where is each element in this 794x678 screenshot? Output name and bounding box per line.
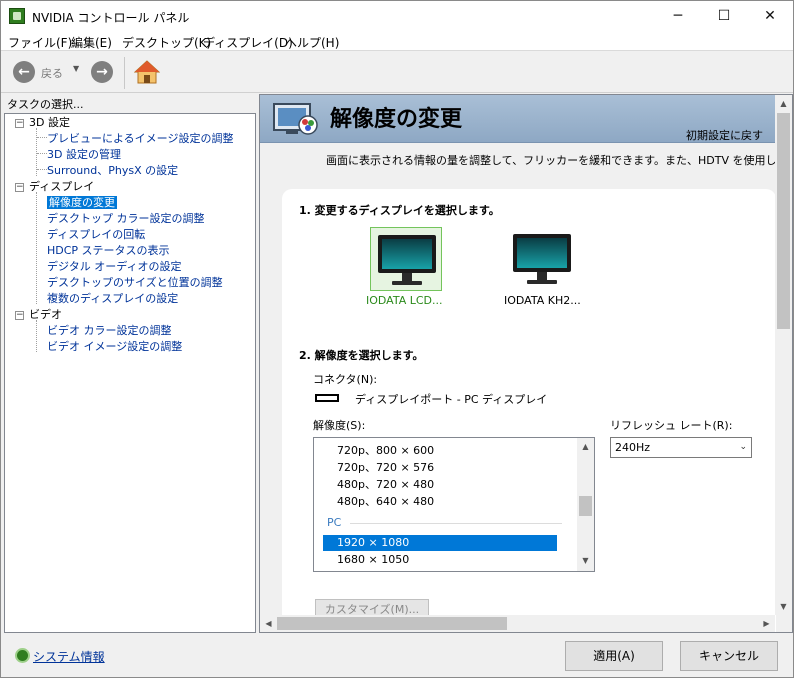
refresh-rate-value: 240Hz [615,441,651,454]
task-tree: − 3D 設定 プレビューによるイメージ設定の調整 3D 設定の管理 Surro… [4,113,256,633]
displayport-icon [315,394,339,402]
tree-item-video-image[interactable]: ビデオ イメージ設定の調整 [47,339,182,355]
connector-label: コネクタ(N): [313,373,378,386]
nvidia-control-panel-window: NVIDIA コントロール パネル ─ ☐ ✕ ファイル(F) 編集(E) デス… [0,0,794,678]
apply-button[interactable]: 適用(A) [565,641,663,671]
resolution-option[interactable]: 720p、720 × 576 [337,460,434,476]
system-info-icon[interactable] [15,648,30,663]
page-banner: 解像度の変更 初期設定に戻す [260,95,775,143]
display-2-label[interactable]: IODATA KH2... [504,294,581,307]
tree-item-rotate-display[interactable]: ディスプレイの回転 [47,227,145,243]
tree-category-3d[interactable]: 3D 設定 [29,115,70,131]
system-info-link[interactable]: システム情報 [33,648,105,665]
resolution-option[interactable]: 720p、800 × 600 [337,443,434,459]
settings-card: 1. 変更するディスプレイを選択します。 IODATA LCD... IODAT… [282,189,776,632]
tree-line [36,192,37,304]
content-horizontal-scrollbar[interactable]: ◀ ▶ [260,615,775,632]
scroll-down-icon[interactable]: ▼ [577,556,594,565]
menu-bar: ファイル(F) 編集(E) デスクトップ(K) ディスプレイ(D) ヘルプ(H) [1,31,793,51]
collapse-3d-icon[interactable]: − [15,119,24,128]
tree-item-label: 解像度の変更 [47,196,117,209]
section-select-resolution: 2. 解像度を選択します。 [299,349,424,362]
tree-item-multiple-displays[interactable]: 複数のディスプレイの設定 [47,291,178,307]
tasks-label: タスクの選択... [7,98,84,111]
back-arrow-icon[interactable]: ← [13,61,35,83]
refresh-rate-select[interactable]: 240Hz ⌄ [610,437,752,458]
display-settings-icon [273,103,318,135]
tree-item-change-resolution[interactable]: 解像度の変更 [47,195,117,211]
display-1-label[interactable]: IODATA LCD... [366,294,443,307]
tree-item-desktop-size-position[interactable]: デスクトップのサイズと位置の調整 [47,275,223,291]
close-button[interactable]: ✕ [747,1,793,31]
home-icon[interactable] [134,59,160,85]
menu-display[interactable]: ディスプレイ(D) [203,34,293,51]
scroll-right-icon[interactable]: ▶ [758,615,775,632]
connector-value: ディスプレイポート - PC ディスプレイ [355,393,548,406]
resolution-option[interactable]: 480p、640 × 480 [337,494,434,510]
collapse-display-icon[interactable]: − [15,183,24,192]
tree-item-digital-audio[interactable]: デジタル オーディオの設定 [47,259,182,275]
content-panel: 解像度の変更 初期設定に戻す 画面に表示される情報の量を調整して、フリッカーを緩… [259,94,793,633]
resolution-option[interactable]: 1680 × 1050 [337,552,409,568]
scroll-thumb[interactable] [777,113,790,329]
tree-line [37,169,47,170]
scroll-thumb[interactable] [277,617,507,630]
maximize-button[interactable]: ☐ [701,1,747,31]
toolbar: ← 戻る ▼ → [1,52,793,93]
restore-defaults-link[interactable]: 初期設定に戻す [686,127,763,143]
resolution-listbox[interactable]: 720p、800 × 600 720p、720 × 576 480p、720 ×… [313,437,595,572]
back-label[interactable]: 戻る [41,65,63,81]
menu-file[interactable]: ファイル(F) [8,34,72,51]
nvidia-app-icon [9,8,25,24]
title-bar: NVIDIA コントロール パネル ─ ☐ ✕ [1,1,793,31]
refresh-rate-label: リフレッシュ レート(R): [610,419,733,432]
scroll-thumb[interactable] [579,496,592,516]
tree-item-video-color[interactable]: ビデオ カラー設定の調整 [47,323,172,339]
display-1-icon[interactable] [370,227,442,291]
collapse-video-icon[interactable]: − [15,311,24,320]
forward-arrow-icon[interactable]: → [91,61,113,83]
menu-help[interactable]: ヘルプ(H) [285,34,339,51]
scroll-up-icon[interactable]: ▲ [577,442,594,451]
resolution-label: 解像度(S): [313,419,366,432]
resolution-option[interactable]: 480p、720 × 480 [337,477,434,493]
resolution-option-selected[interactable]: 1920 × 1080 [323,535,557,551]
tree-item-manage-3d-settings[interactable]: 3D 設定の管理 [47,147,121,163]
resolution-group-pc: PC [327,516,342,529]
history-dropdown-icon[interactable]: ▼ [73,64,79,73]
tree-category-display[interactable]: ディスプレイ [29,179,94,195]
group-divider [350,523,562,524]
content-vertical-scrollbar[interactable]: ▲ ▼ [775,95,792,615]
scroll-left-icon[interactable]: ◀ [260,615,277,632]
display-2-icon[interactable] [506,227,578,291]
window-title: NVIDIA コントロール パネル [32,11,190,25]
tree-line [37,137,47,138]
scroll-up-icon[interactable]: ▲ [775,95,792,112]
tree-item-hdcp-status[interactable]: HDCP ステータスの表示 [47,243,170,259]
menu-desktop[interactable]: デスクトップ(K) [122,34,211,51]
page-description: 画面に表示される情報の量を調整して、フリッカーを緩和できます。また、HDTV を… [326,154,793,167]
tree-item-preview-image-settings[interactable]: プレビューによるイメージ設定の調整 [47,131,233,147]
menu-edit[interactable]: 編集(E) [71,34,112,51]
toolbar-separator [124,57,125,89]
tree-line [36,320,37,352]
tree-item-desktop-color[interactable]: デスクトップ カラー設定の調整 [47,211,205,227]
tree-line [37,153,47,154]
chevron-down-icon: ⌄ [739,442,747,452]
tree-item-surround-physx[interactable]: Surround、PhysX の設定 [47,163,178,179]
minimize-button[interactable]: ─ [655,1,701,31]
cancel-button[interactable]: キャンセル [680,641,778,671]
page-title: 解像度の変更 [330,107,463,132]
section-select-display: 1. 変更するディスプレイを選択します。 [299,204,500,217]
scroll-down-icon[interactable]: ▼ [775,598,792,615]
resolution-scrollbar[interactable]: ▲ ▼ [577,438,594,571]
tree-category-video[interactable]: ビデオ [29,307,62,323]
